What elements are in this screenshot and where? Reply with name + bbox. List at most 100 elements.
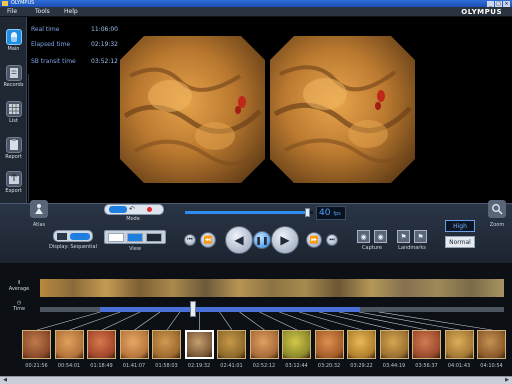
close-button[interactable]: × (503, 0, 510, 7)
magnifier-icon (492, 204, 503, 215)
menu-file[interactable]: File (7, 8, 17, 16)
rewind-icon: ◀ (234, 233, 244, 247)
thumbnail-image[interactable] (249, 330, 279, 359)
thumbnail-time: 03:44:19 (382, 363, 406, 369)
thumbnail-image[interactable] (347, 330, 376, 359)
flag-icon: ⚑ (417, 232, 424, 241)
speed-value: 40 (319, 208, 331, 218)
average-label-text: Average (8, 286, 30, 292)
thumbnail-image[interactable] (444, 330, 474, 359)
capsule-frame-right[interactable] (270, 36, 415, 183)
first-icon: ⏮ (187, 236, 193, 243)
toolbar-item-export[interactable]: Export (2, 171, 25, 194)
thumbnail-connector-line (166, 311, 181, 331)
control-panel: Atlas ↶ Mode Display: Sequential View 40… (0, 200, 512, 263)
maximize-button[interactable]: □ (495, 0, 502, 7)
thumbnail-image[interactable] (217, 330, 246, 359)
mode-record-icon[interactable] (147, 207, 152, 212)
menu-tools[interactable]: Tools (35, 8, 50, 16)
pause-button[interactable]: ❚❚ (253, 231, 271, 249)
camera-icon: ◉ (360, 232, 367, 241)
thumbnail-time: 04:01:43 (447, 363, 471, 369)
thumbnail-image[interactable] (22, 330, 51, 359)
view-quad-icon[interactable] (146, 233, 162, 242)
mode-selector[interactable]: ↶ (104, 204, 164, 215)
capsule-icon (5, 29, 22, 45)
capture-left-button[interactable]: ◉ (357, 230, 370, 243)
thumbnail-time: 03:20:32 (317, 363, 341, 369)
rewind-button[interactable]: ◀ (225, 226, 253, 254)
thumbnail-image[interactable] (184, 330, 214, 359)
high-button[interactable]: High (445, 220, 475, 232)
next-frame-button[interactable]: ⏩ (306, 232, 322, 248)
thumbnail-image[interactable] (119, 330, 149, 359)
time-bar-range (100, 307, 361, 312)
thumbnail-image[interactable] (412, 330, 441, 359)
normal-button[interactable]: Normal (445, 236, 475, 248)
toolbar-item-list[interactable]: List (2, 101, 25, 124)
info-label: SB transit time (31, 58, 76, 65)
toolbar-item-records[interactable]: Records (2, 65, 25, 88)
thumbnail-connector-line (299, 311, 363, 331)
capture-label: Capture (362, 245, 382, 251)
menu-help[interactable]: Help (64, 8, 78, 16)
view-selector[interactable] (104, 230, 166, 244)
view-label: View (129, 246, 141, 252)
toolbar-label-report: Report (5, 154, 22, 160)
thumbnail-time: 02:19:32 (187, 363, 211, 369)
title-bar: OLYMPUS _ □ × (0, 0, 512, 7)
play-button[interactable]: ▶ (271, 226, 299, 254)
window-title: OLYMPUS (11, 0, 35, 6)
scroll-right-icon[interactable]: ▶ (503, 377, 511, 384)
app-icon (2, 1, 8, 6)
thumbnail-time: 01:58:03 (155, 363, 178, 369)
atlas-label: Atlas (32, 222, 46, 228)
flag-icon: ⚑ (400, 232, 407, 241)
thumbnail-image[interactable] (314, 330, 344, 359)
thumbnail-time: 03:12:44 (285, 363, 308, 369)
thumbnail-image[interactable] (477, 330, 506, 359)
mode-undo-icon[interactable]: ↶ (129, 205, 135, 214)
time-label-text: Time (12, 306, 26, 312)
display-toggle[interactable] (53, 230, 93, 242)
last-frame-button[interactable]: ⏭ (326, 234, 338, 246)
toolbar-item-main[interactable]: Main (2, 29, 25, 52)
speed-slider-thumb[interactable] (305, 208, 311, 217)
thumbnail-time: 01:41:07 (122, 363, 146, 369)
average-color-bar[interactable] (40, 279, 504, 297)
export-icon (5, 171, 22, 187)
zoom-button[interactable] (488, 200, 506, 218)
thumbnail-image[interactable] (54, 330, 84, 359)
mode-capsule-icon[interactable] (109, 206, 127, 213)
time-bar-thumb[interactable] (190, 301, 197, 317)
info-value: 03:52:12 (91, 58, 118, 65)
info-value: 11:06:00 (91, 26, 118, 33)
first-frame-button[interactable]: ⏮ (184, 234, 196, 246)
landmark-left-button[interactable]: ⚑ (397, 230, 410, 243)
info-label: Elapsed time (31, 41, 71, 48)
thumbnail-image[interactable] (379, 330, 409, 359)
scroll-left-icon[interactable]: ◀ (1, 377, 9, 384)
thumbnail-connector-line (36, 311, 101, 331)
capsule-frame-left[interactable] (120, 36, 265, 183)
thumbnail-image[interactable] (152, 330, 181, 359)
play-icon: ▶ (280, 233, 290, 247)
thumbnail-image[interactable] (282, 330, 311, 359)
thumbnail-connector-line (69, 311, 121, 331)
mode-label: Mode (126, 216, 140, 222)
landmark-right-button[interactable]: ⚑ (414, 230, 427, 243)
atlas-button[interactable] (30, 200, 48, 218)
last-icon: ⏭ (329, 236, 335, 243)
previous-frame-button[interactable]: ⏪ (200, 232, 216, 248)
minimize-button[interactable]: _ (487, 0, 494, 7)
time-bar[interactable] (40, 301, 504, 317)
view-single-icon[interactable] (108, 233, 124, 242)
capture-right-button[interactable]: ◉ (374, 230, 387, 243)
speed-slider[interactable] (185, 208, 313, 217)
thumbnail-image[interactable] (87, 330, 116, 359)
list-icon (5, 101, 22, 117)
toolbar-item-report[interactable]: Report (2, 137, 25, 160)
pause-icon: ❚❚ (255, 235, 269, 245)
view-dual-icon[interactable] (127, 233, 143, 242)
toolbar-label-export: Export (5, 188, 22, 194)
